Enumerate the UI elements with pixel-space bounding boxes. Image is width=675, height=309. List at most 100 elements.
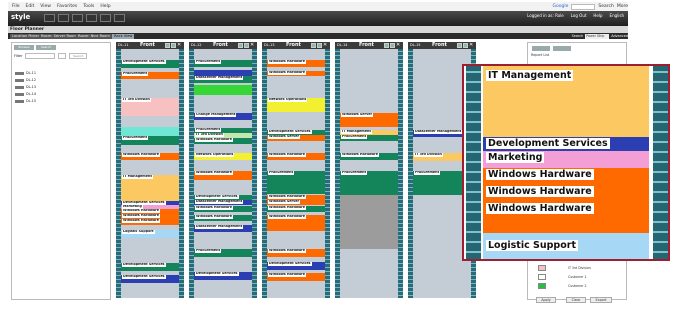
rack-device[interactable]: Windows Hardware bbox=[267, 206, 325, 212]
clear-button[interactable]: Clear bbox=[566, 297, 586, 303]
rack-device[interactable]: Datacenter Management bbox=[194, 225, 252, 232]
rack-device[interactable]: Logistic Support bbox=[121, 230, 179, 238]
advanced-link[interactable]: Advanced bbox=[611, 34, 628, 38]
close-icon[interactable]: ✕ bbox=[177, 43, 182, 48]
rack-device[interactable]: Windows Hardware bbox=[121, 153, 179, 160]
rack-device[interactable]: Windows Hardware bbox=[267, 249, 325, 257]
rack-device[interactable]: Windows Hardware bbox=[267, 153, 325, 160]
tab-location-picker[interactable]: Location Picker bbox=[10, 34, 42, 39]
rack-info-icon[interactable] bbox=[390, 43, 395, 48]
zoom-device[interactable]: Windows Hardware bbox=[483, 202, 649, 233]
search-input[interactable]: Power Strip bbox=[585, 33, 610, 39]
flip-rack-icon[interactable] bbox=[238, 43, 243, 48]
rack-device[interactable]: Windows Hardware bbox=[194, 138, 252, 144]
rack-device[interactable]: Datacenter Management bbox=[194, 200, 252, 205]
rack-device[interactable]: Development Services bbox=[121, 263, 179, 271]
tree-item[interactable]: DL-11 bbox=[15, 71, 36, 75]
rack-device[interactable]: Procurement bbox=[121, 72, 179, 79]
tab-nice-room[interactable]: Room: Nice Room bbox=[76, 34, 112, 39]
toolbar-icon[interactable] bbox=[72, 14, 83, 22]
rack-device[interactable]: Windows Hardware bbox=[194, 171, 252, 180]
rack-info-icon[interactable] bbox=[244, 43, 249, 48]
rack-device[interactable]: Procurement bbox=[267, 171, 325, 194]
menu-edit[interactable]: Edit bbox=[26, 4, 35, 9]
rack-device[interactable]: IT 3rd Division bbox=[121, 98, 179, 116]
rack-device[interactable] bbox=[340, 195, 398, 249]
zoom-device[interactable]: Windows Hardware bbox=[483, 185, 649, 202]
rack-device[interactable]: Network Operations bbox=[194, 153, 252, 160]
rack-device[interactable]: Network Operations bbox=[267, 98, 325, 112]
filter-search-button[interactable]: Search bbox=[69, 53, 88, 59]
rack-device[interactable]: Development Services bbox=[194, 272, 252, 280]
browser-search-button[interactable]: Search bbox=[598, 4, 613, 9]
toolbar-icon[interactable] bbox=[86, 14, 97, 22]
menu-tools[interactable]: Tools bbox=[83, 4, 94, 9]
zoom-device[interactable]: Development Services bbox=[483, 137, 649, 151]
flip-rack-icon[interactable] bbox=[457, 43, 462, 48]
close-icon[interactable]: ✕ bbox=[250, 43, 255, 48]
toolbar-icon[interactable] bbox=[58, 14, 69, 22]
more-button[interactable]: More bbox=[617, 4, 628, 9]
tab-search[interactable]: Search bbox=[36, 45, 56, 50]
tab-rack-view[interactable]: Rack View bbox=[112, 34, 135, 39]
rack-info-icon[interactable] bbox=[317, 43, 322, 48]
export-button[interactable]: Export bbox=[590, 297, 612, 303]
zoom-device[interactable]: Logistic Support bbox=[483, 233, 649, 259]
filter-dropdown[interactable] bbox=[58, 53, 67, 59]
toolbar-icon[interactable] bbox=[100, 14, 111, 22]
rack-device[interactable]: Windows Hardware bbox=[267, 215, 325, 231]
rack-device[interactable]: Windows Server bbox=[267, 135, 325, 141]
tab-changes[interactable] bbox=[553, 46, 571, 51]
rack-device[interactable]: Windows Server bbox=[340, 113, 398, 127]
rack-device[interactable]: Windows Hardware bbox=[340, 153, 398, 160]
help-link[interactable]: Help bbox=[593, 13, 602, 18]
rack-device[interactable]: Development Services bbox=[121, 275, 179, 283]
rack-device[interactable] bbox=[194, 85, 252, 95]
rack-device[interactable]: Windows Hardware bbox=[267, 71, 325, 76]
tab-browse[interactable]: Browse bbox=[14, 45, 34, 50]
rack-device[interactable]: Change Management bbox=[194, 113, 252, 120]
zoom-device[interactable]: Windows Hardware bbox=[483, 168, 649, 185]
rack-device[interactable]: Procurement bbox=[340, 171, 398, 195]
rack-device[interactable]: Windows Hardware bbox=[194, 206, 252, 212]
rack-device[interactable]: Procurement bbox=[340, 135, 398, 141]
rack-device[interactable] bbox=[121, 127, 179, 136]
rack-device[interactable]: Windows Hardware bbox=[194, 215, 252, 221]
rack-device[interactable]: Windows Hardware bbox=[121, 219, 179, 225]
close-icon[interactable]: ✕ bbox=[469, 43, 474, 48]
toolbar-icon[interactable] bbox=[114, 14, 125, 22]
rack-info-icon[interactable] bbox=[463, 43, 468, 48]
tab-server-room[interactable]: Room: Server Room bbox=[39, 34, 79, 39]
tree-item[interactable]: DL-13 bbox=[15, 85, 36, 89]
rack-info-icon[interactable] bbox=[171, 43, 176, 48]
toolbar-icon[interactable] bbox=[44, 14, 55, 22]
rack-device[interactable]: Windows Server bbox=[267, 200, 325, 205]
menu-file[interactable]: File bbox=[12, 4, 20, 9]
close-icon[interactable]: ✕ bbox=[396, 43, 401, 48]
rack-device[interactable]: Datacenter Management bbox=[194, 76, 252, 83]
rack-device[interactable]: Procurement bbox=[121, 136, 179, 145]
zoom-device[interactable]: IT Management bbox=[483, 66, 649, 137]
language-link[interactable]: English bbox=[610, 13, 624, 18]
tree-item[interactable]: DL-15 bbox=[15, 99, 36, 103]
logout-link[interactable]: Log Out bbox=[571, 13, 587, 18]
rack-device[interactable]: IT Management bbox=[121, 175, 179, 201]
menu-favorites[interactable]: Favorites bbox=[57, 4, 77, 9]
tab-legend[interactable] bbox=[532, 46, 550, 51]
flip-rack-icon[interactable] bbox=[384, 43, 389, 48]
apply-button[interactable]: Apply bbox=[536, 297, 556, 303]
filter-input[interactable] bbox=[25, 53, 56, 59]
rack-device[interactable]: Development Services bbox=[267, 262, 325, 270]
flip-rack-icon[interactable] bbox=[165, 43, 170, 48]
rack-device[interactable]: Development Services bbox=[121, 60, 179, 68]
rack-device[interactable]: Procurement bbox=[194, 60, 252, 67]
close-icon[interactable]: ✕ bbox=[323, 43, 328, 48]
menu-view[interactable]: View bbox=[40, 4, 51, 9]
rack-device[interactable]: Windows Hardware bbox=[267, 60, 325, 67]
flip-rack-icon[interactable] bbox=[311, 43, 316, 48]
zoom-device[interactable]: Marketing bbox=[483, 151, 649, 168]
rack-device[interactable]: Windows Hardware bbox=[267, 273, 325, 281]
tree-item[interactable]: DL-12 bbox=[15, 78, 36, 82]
menu-help[interactable]: Help bbox=[100, 4, 110, 9]
browser-search-input[interactable] bbox=[571, 3, 596, 10]
